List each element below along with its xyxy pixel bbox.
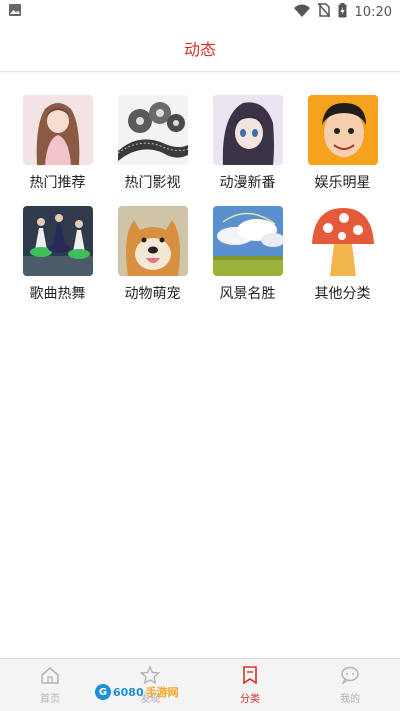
bookmark-icon (240, 665, 260, 687)
tab-label: 我的 (340, 693, 360, 705)
image-icon (8, 3, 22, 21)
tab-category[interactable]: 分类 (200, 659, 300, 711)
category-anime[interactable]: 动漫新番 (200, 95, 295, 192)
sky-field-thumbnail (212, 206, 283, 276)
anime-girl-thumbnail (22, 95, 93, 165)
category-label: 动漫新番 (219, 175, 276, 191)
battery-charging-icon (338, 2, 347, 22)
watermark-number: 6080 (113, 685, 144, 699)
film-reels-thumbnail (117, 95, 188, 165)
status-time: 10:20 (354, 4, 392, 20)
wifi-icon (293, 4, 310, 21)
mushroom-thumbnail (307, 206, 378, 276)
category-celebrity[interactable]: 娱乐明星 (295, 95, 390, 192)
category-scenery[interactable]: 风景名胜 (200, 206, 295, 303)
home-icon (40, 666, 60, 687)
category-label: 风景名胜 (219, 286, 276, 302)
category-label: 娱乐明星 (314, 175, 371, 191)
category-label: 热门影视 (124, 175, 181, 191)
page-title: 动态 (183, 39, 216, 59)
tab-home[interactable]: 首页 (0, 659, 100, 711)
tab-mine[interactable]: 我的 (300, 659, 400, 711)
tab-label: 分类 (240, 693, 260, 705)
shiba-dog-thumbnail (117, 206, 188, 276)
watermark-circle-icon: G (95, 684, 111, 700)
category-other[interactable]: 其他分类 (295, 206, 390, 303)
category-label: 热门推荐 (29, 175, 86, 191)
category-hot-recommend[interactable]: 热门推荐 (10, 95, 105, 192)
category-label: 歌曲热舞 (29, 286, 86, 302)
status-bar: 10:20 (0, 0, 400, 24)
category-grid: 热门推荐 热门影视 动漫新番 娱乐明星 歌曲热舞 动物萌宠 风景名胜 其他分类 (0, 95, 400, 303)
tab-label: 首页 (40, 693, 60, 705)
category-pets[interactable]: 动物萌宠 (105, 206, 200, 303)
app-header: 动态 (0, 24, 400, 72)
bottom-tab-bar: 首页 发现 分类 我的 (0, 658, 400, 711)
category-hot-movies[interactable]: 热门影视 (105, 95, 200, 192)
dancers-thumbnail (22, 206, 93, 276)
category-label: 动物萌宠 (124, 286, 181, 302)
watermark-logo: G 6080 手游网 (95, 684, 179, 700)
category-label: 其他分类 (314, 286, 371, 302)
watermark-text: 手游网 (145, 686, 179, 699)
anime-dark-hair-thumbnail (212, 95, 283, 165)
cartoon-man-thumbnail (307, 95, 378, 165)
chat-icon (340, 666, 360, 687)
no-sim-icon (316, 2, 331, 21)
category-dance[interactable]: 歌曲热舞 (10, 206, 105, 303)
